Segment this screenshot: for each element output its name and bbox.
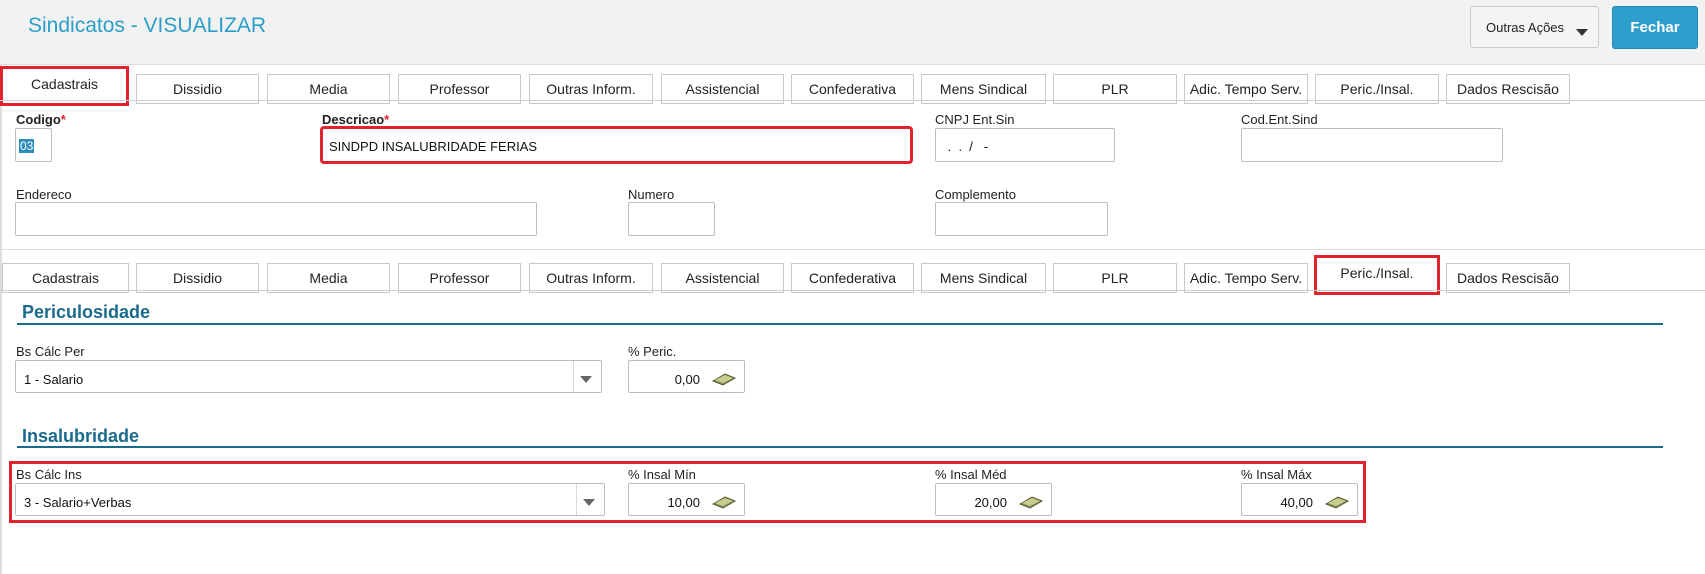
insal-med-label: % Insal Méd <box>935 467 1007 482</box>
tab-dados-rescisao[interactable]: Dados Rescisão <box>1446 263 1570 293</box>
insal-min-label: % Insal Mín <box>628 467 696 482</box>
section-divider <box>17 446 1663 448</box>
money-icon[interactable] <box>1325 494 1349 510</box>
close-button[interactable]: Fechar <box>1612 6 1698 49</box>
endereco-field[interactable] <box>15 202 537 236</box>
cod-ent-sind-label: Cod.Ent.Sind <box>1241 112 1318 127</box>
money-icon[interactable] <box>1019 494 1043 510</box>
money-icon[interactable] <box>712 371 736 387</box>
descricao-label: Descricao* <box>322 112 390 127</box>
cod-ent-sind-field[interactable] <box>1241 128 1503 162</box>
tab-bar-divider <box>0 100 1705 101</box>
insal-min-field[interactable]: 10,00 <box>628 483 745 516</box>
page-title: Sindicatos - VISUALIZAR <box>28 14 267 37</box>
panel-divider <box>0 249 1705 250</box>
bs-calc-per-value: 1 - Salario <box>24 372 84 387</box>
codigo-label: Codigo* <box>16 112 66 127</box>
more-actions-label: Outras Ações <box>1486 20 1565 35</box>
descricao-field[interactable]: SINDPD INSALUBRIDADE FERIAS <box>320 126 913 164</box>
endereco-label: Endereco <box>16 187 72 202</box>
bs-calc-per-label: Bs Cálc Per <box>16 344 85 359</box>
numero-field[interactable] <box>628 202 715 236</box>
tab-mens-sindical[interactable]: Mens Sindical <box>921 263 1046 293</box>
tab-bar-divider <box>0 290 1705 291</box>
descricao-value: SINDPD INSALUBRIDADE FERIAS <box>329 139 538 154</box>
complemento-label: Complemento <box>935 187 1016 202</box>
tab-assistencial[interactable]: Assistencial <box>661 263 784 293</box>
tab-cadastrais[interactable]: Cadastrais <box>2 263 129 293</box>
tab-confederativa[interactable]: Confederativa <box>791 263 914 293</box>
perc-peric-value: 0,00 <box>674 372 700 387</box>
numero-label: Numero <box>628 187 675 202</box>
chevron-down-icon <box>1576 29 1588 36</box>
codigo-field[interactable]: 03 <box>15 128 52 162</box>
lower-tab-bar: Cadastrais Dissidio Media Professor Outr… <box>0 255 1705 295</box>
more-actions-button[interactable]: Outras Ações <box>1470 6 1599 48</box>
insal-max-field[interactable]: 40,00 <box>1241 483 1358 516</box>
cnpj-value: . . / - <box>944 139 989 154</box>
insal-med-value: 20,00 <box>974 495 1007 510</box>
tab-media[interactable]: Media <box>267 263 390 293</box>
bs-calc-per-select[interactable]: 1 - Salario <box>15 360 602 393</box>
section-divider <box>17 323 1663 325</box>
tab-adic-tempo-serv[interactable]: Adic. Tempo Serv. <box>1184 263 1308 293</box>
insal-max-value: 40,00 <box>1280 495 1313 510</box>
money-icon[interactable] <box>712 494 736 510</box>
chevron-down-icon <box>580 376 592 383</box>
bs-calc-ins-label: Bs Cálc Ins <box>16 467 82 482</box>
complemento-field[interactable] <box>935 202 1108 236</box>
perc-peric-label: % Peric. <box>628 344 677 359</box>
chevron-down-icon <box>583 499 595 506</box>
codigo-value: 03 <box>19 139 35 153</box>
tab-cadastrais[interactable]: Cadastrais <box>0 66 129 106</box>
bs-calc-ins-select[interactable]: 3 - Salario+Verbas <box>15 483 605 516</box>
insal-min-value: 10,00 <box>667 495 700 510</box>
periculosidade-title: Periculosidade <box>22 302 151 322</box>
insal-med-field[interactable]: 20,00 <box>935 483 1052 516</box>
tab-outras-inform[interactable]: Outras Inform. <box>529 263 653 293</box>
tab-dissidio[interactable]: Dissidio <box>136 263 259 293</box>
top-tab-bar: Cadastrais Dissidio Media Professor Outr… <box>0 66 1705 106</box>
page-header: Sindicatos - VISUALIZAR Outras Ações Fec… <box>0 0 1705 65</box>
insalubridade-title: Insalubridade <box>22 426 140 446</box>
tab-professor[interactable]: Professor <box>398 263 521 293</box>
cnpj-label: CNPJ Ent.Sin <box>935 112 1015 127</box>
tab-peric-insal[interactable]: Peric./Insal. <box>1314 255 1440 295</box>
panel-border <box>0 64 2 574</box>
cnpj-field[interactable]: . . / - <box>935 128 1115 162</box>
insal-max-label: % Insal Máx <box>1241 467 1312 482</box>
perc-peric-field[interactable]: 0,00 <box>628 360 745 393</box>
bs-calc-ins-value: 3 - Salario+Verbas <box>24 495 132 510</box>
tab-plr[interactable]: PLR <box>1053 263 1177 293</box>
